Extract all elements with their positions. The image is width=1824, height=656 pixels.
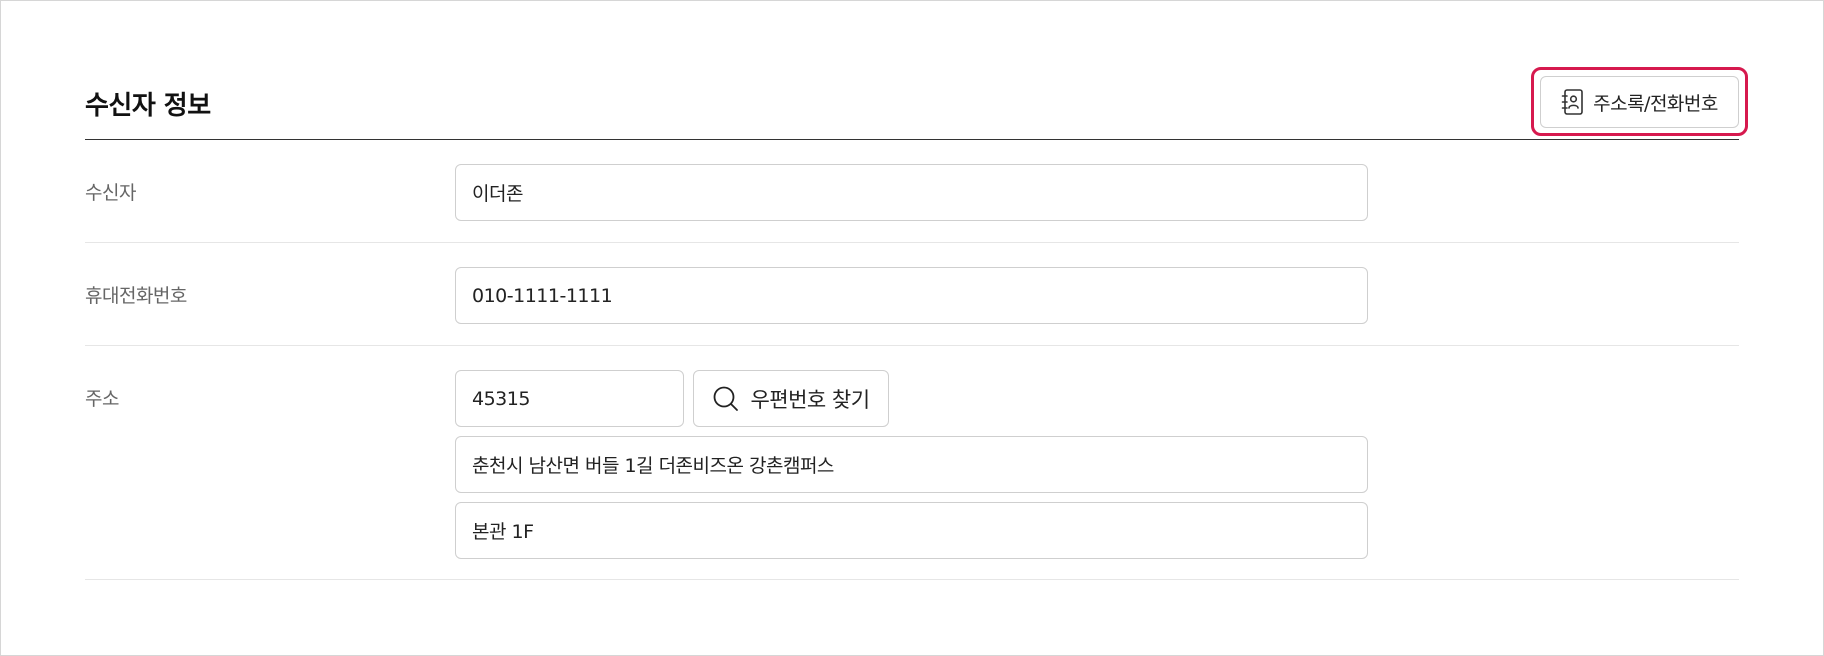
address-book-button[interactable]: 주소록/전화번호 <box>1540 76 1739 128</box>
address-line2-input[interactable] <box>455 502 1368 559</box>
zipcode-input[interactable] <box>455 370 684 427</box>
mobile-input[interactable] <box>455 267 1368 324</box>
search-icon <box>712 385 740 413</box>
zip-search-button[interactable]: 우편번호 찾기 <box>693 370 889 427</box>
mobile-label: 휴대전화번호 <box>85 285 187 307</box>
address-book-button-label: 주소록/전화번호 <box>1593 92 1718 115</box>
row-divider <box>85 345 1739 346</box>
address-label: 주소 <box>85 388 119 410</box>
section-header-rule <box>85 139 1739 140</box>
section-title: 수신자 정보 <box>85 91 211 121</box>
row-divider <box>85 242 1739 243</box>
recipient-input[interactable] <box>455 164 1368 221</box>
recipient-label: 수신자 <box>85 182 136 204</box>
zip-search-button-label: 우편번호 찾기 <box>750 387 870 412</box>
row-divider <box>85 579 1739 580</box>
address-book-icon <box>1561 88 1585 116</box>
address-line1-input[interactable] <box>455 436 1368 493</box>
